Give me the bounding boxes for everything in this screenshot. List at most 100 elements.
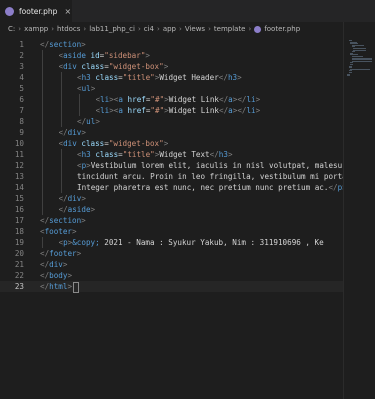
code-line-16[interactable]: 16 </aside> bbox=[0, 204, 343, 215]
chevron-right-icon: › bbox=[157, 25, 160, 33]
code-token: </ bbox=[40, 260, 50, 269]
code-token: body bbox=[49, 271, 68, 280]
chevron-right-icon: › bbox=[83, 25, 87, 33]
code-line-10[interactable]: 10 <div class="widget-box"> bbox=[0, 138, 343, 149]
breadcrumb-item-xampp[interactable]: xampp bbox=[24, 25, 48, 33]
code-token: > bbox=[227, 150, 233, 159]
code-line-13[interactable]: 13 tincidunt arcu. Proin in leo fringilla… bbox=[0, 171, 343, 182]
line-number: 21 bbox=[14, 260, 24, 269]
breadcrumb-item-app[interactable]: app bbox=[163, 25, 176, 33]
code-token: footer bbox=[49, 249, 77, 258]
code-token: Widget Header bbox=[159, 73, 219, 82]
code-line-14[interactable]: 14 Integer pharetra est nunc, nec pretium… bbox=[0, 182, 343, 193]
code-line-23[interactable]: 23 </html> bbox=[0, 281, 343, 293]
code-token: href bbox=[127, 95, 146, 104]
code-line-4[interactable]: 4 <h3 class="title">Widget Header</h3> bbox=[0, 72, 343, 83]
code-text: <footer> bbox=[40, 226, 343, 237]
code-line-22[interactable]: 22 </body> bbox=[0, 270, 343, 281]
code-text: </section> bbox=[40, 39, 343, 50]
code-token: href bbox=[127, 106, 146, 115]
code-token: html bbox=[49, 282, 68, 291]
close-icon[interactable]: × bbox=[64, 7, 71, 16]
indent-guide bbox=[60, 83, 62, 94]
code-token: > bbox=[237, 73, 242, 82]
code-token: "widget-box" bbox=[108, 139, 164, 148]
line-number: 14 bbox=[14, 183, 24, 192]
line-number: 11 bbox=[14, 150, 24, 159]
code-token: > bbox=[81, 216, 86, 225]
code-line-11[interactable]: 11 <h3 class="title">Widget Text</h3> bbox=[0, 149, 343, 160]
breadcrumb-item-drive[interactable]: C: bbox=[8, 25, 15, 33]
code-line-3[interactable]: 3 <div class="widget-box"> bbox=[0, 61, 343, 72]
code-line-20[interactable]: 20 </footer> bbox=[0, 248, 343, 259]
code-text: </section> bbox=[40, 215, 343, 226]
indent-guide bbox=[42, 94, 43, 105]
code-text: Integer pharetra est nunc, nec pretium n… bbox=[77, 182, 343, 193]
code-line-2[interactable]: 2 <aside id="sidebar"> bbox=[0, 50, 343, 61]
code-token: ></ bbox=[232, 95, 247, 104]
code-token: > bbox=[95, 117, 100, 126]
indent-guide bbox=[42, 149, 43, 160]
code-line-6[interactable]: 6 <li><a href="#">Widget Link</a></li> bbox=[0, 94, 343, 105]
code-token: Integer pharetra est nunc, nec pretium n… bbox=[77, 183, 329, 192]
minimap-line bbox=[350, 68, 371, 70]
line-number: 3 bbox=[19, 62, 24, 71]
code-token: </ bbox=[58, 194, 68, 203]
minimap-line bbox=[347, 75, 350, 77]
code-token: li bbox=[100, 106, 110, 115]
code-token: Widget Link bbox=[168, 106, 220, 115]
code-editor[interactable]: 1 </section> 2 <aside id="sidebar"> 3 <div cl… bbox=[0, 36, 343, 399]
code-token: > bbox=[72, 227, 77, 236]
line-number: 12 bbox=[14, 161, 24, 170]
code-token: class bbox=[95, 150, 119, 159]
line-number: 17 bbox=[14, 216, 24, 225]
breadcrumb-item-file[interactable]: footer.php bbox=[264, 25, 300, 33]
line-number: 18 bbox=[14, 227, 24, 236]
code-text: <p>Vestibulum lorem elit, iaculis in nis… bbox=[77, 160, 343, 171]
code-line-19[interactable]: 19 <p>&copy; 2021 - Nama : Syukur Yakub, … bbox=[0, 237, 343, 248]
breadcrumb-item-ci4[interactable]: ci4 bbox=[144, 25, 154, 33]
code-token: "title" bbox=[122, 150, 155, 159]
breadcrumb-item-views[interactable]: Views bbox=[185, 25, 205, 33]
code-line-7[interactable]: 7 <li><a href="#">Widget Link</a></li> bbox=[0, 105, 343, 116]
line-number: 1 bbox=[19, 40, 24, 49]
breadcrumb-item-template[interactable]: template bbox=[214, 25, 246, 33]
line-number: 23 bbox=[14, 282, 24, 291]
breadcrumb-item-htdocs[interactable]: htdocs bbox=[57, 25, 80, 33]
code-line-12[interactable]: 12 <p>Vestibulum lorem elit, iaculis in n… bbox=[0, 160, 343, 171]
code-text: <h3 class="title">Widget Text</h3> bbox=[77, 149, 343, 160]
code-token: </ bbox=[58, 128, 68, 137]
code-token: div bbox=[49, 260, 63, 269]
code-line-9[interactable]: 9 </div> bbox=[0, 127, 343, 138]
breadcrumb-item-lab11[interactable]: lab11_php_ci bbox=[89, 25, 135, 33]
line-number: 9 bbox=[19, 128, 24, 137]
code-token: > bbox=[163, 62, 169, 71]
code-token: &copy; bbox=[72, 238, 100, 247]
line-number: 19 bbox=[14, 238, 24, 247]
tab-footer-php[interactable]: footer.php × bbox=[0, 0, 72, 22]
code-text: </div> bbox=[59, 127, 344, 138]
code-line-1[interactable]: 1 </section> bbox=[0, 39, 343, 50]
line-number: 2 bbox=[19, 51, 24, 60]
code-line-17[interactable]: 17 </section> bbox=[0, 215, 343, 226]
code-text: </div> bbox=[59, 193, 344, 204]
code-text: <li><a href="#">Widget Link</a></li> bbox=[96, 105, 344, 116]
code-token: id bbox=[90, 51, 100, 60]
code-line-5[interactable]: 5 <ul> bbox=[0, 83, 343, 94]
code-line-21[interactable]: 21 </div> bbox=[0, 259, 343, 270]
minimap[interactable] bbox=[343, 22, 375, 399]
code-text: <div class="widget-box"> bbox=[59, 61, 344, 72]
php-file-icon bbox=[254, 25, 262, 33]
indent-guide bbox=[60, 105, 62, 116]
code-token: section bbox=[49, 40, 82, 49]
code-token: > bbox=[81, 40, 86, 49]
code-token: </ bbox=[328, 183, 338, 192]
code-line-18[interactable]: 18 <footer> bbox=[0, 226, 343, 237]
code-token: h3 bbox=[81, 73, 91, 82]
code-token: </ bbox=[218, 73, 228, 82]
code-text: </body> bbox=[40, 270, 343, 281]
code-text: <ul> bbox=[77, 83, 343, 94]
code-line-8[interactable]: 8 </ul> bbox=[0, 116, 343, 127]
code-line-15[interactable]: 15 </div> bbox=[0, 193, 343, 204]
line-number: 10 bbox=[14, 139, 24, 148]
